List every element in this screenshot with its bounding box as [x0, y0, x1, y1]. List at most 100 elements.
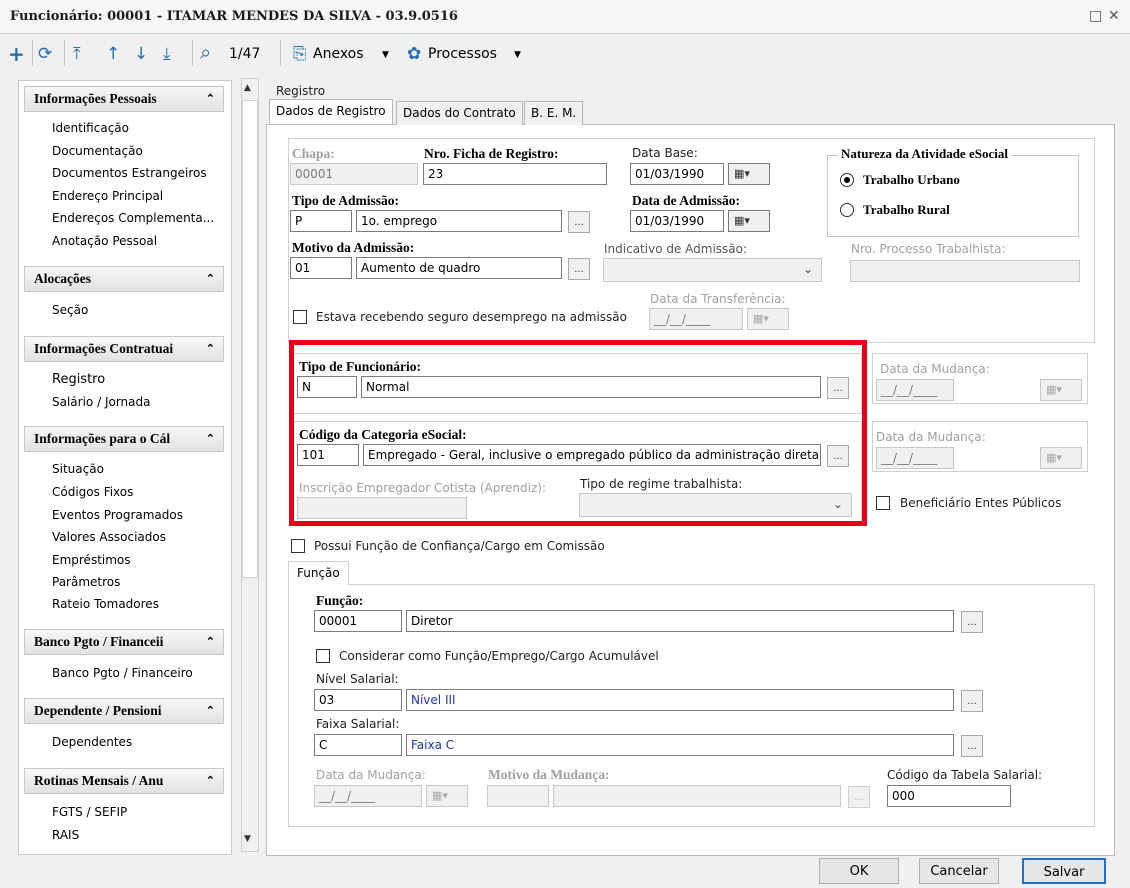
motivo-admissao-lookup-button[interactable]: ...: [568, 258, 590, 280]
sidebar-item-fgts-sefip[interactable]: FGTS / SEFIP: [52, 805, 127, 819]
sidebar-item-secao[interactable]: Seção: [52, 303, 88, 317]
collapse-chevron-icon[interactable]: ⌃: [206, 704, 215, 717]
ficha-field[interactable]: 23: [423, 163, 607, 185]
sidebar-item-documentos-estrangeiros[interactable]: Documentos Estrangeiros: [52, 166, 207, 180]
sidebar-item-eventos-programados[interactable]: Eventos Programados: [52, 508, 183, 522]
tab-funcao[interactable]: Função: [288, 561, 349, 585]
last-record-icon[interactable]: ⤓: [163, 44, 171, 64]
sidebar-item-rateio-tomadores[interactable]: Rateio Tomadores: [52, 597, 159, 611]
nivel-salarial-lookup-button[interactable]: ...: [961, 690, 983, 712]
beneficiario-entes-checkbox[interactable]: [876, 496, 890, 510]
window-title: Funcionário: 00001 - ITAMAR MENDES DA SI…: [10, 9, 458, 24]
sidebar-group-dependente-pensionista[interactable]: Dependente / Pensioni ⌃: [24, 698, 224, 724]
attachments-menu[interactable]: Anexos: [313, 46, 364, 62]
data-transferencia-label: Data da Transferência:: [650, 292, 786, 306]
sidebar-group-informacoes-calculo[interactable]: Informações para o Cál ⌃: [24, 426, 224, 452]
acumulavel-label: Considerar como Função/Emprego/Cargo Acu…: [339, 649, 659, 663]
calendar-icon[interactable]: ▦▾: [728, 163, 770, 185]
sidebar-item-enderecos-complementares[interactable]: Endereços Complementa...: [52, 211, 214, 225]
tipo-admissao-code-field[interactable]: P: [290, 210, 352, 232]
motivo-admissao-desc-field: Aumento de quadro: [356, 257, 562, 279]
sidebar-item-parametros[interactable]: Parâmetros: [52, 575, 120, 589]
nivel-salarial-code-field[interactable]: 03: [314, 689, 402, 711]
sidebar-item-identificacao[interactable]: Identificação: [52, 121, 129, 135]
previous-record-icon[interactable]: ↑: [106, 44, 120, 64]
funcao-confianca-checkbox[interactable]: [291, 539, 305, 553]
collapse-chevron-icon[interactable]: ⌃: [206, 774, 215, 787]
sidebar-group-alocacoes[interactable]: Alocações ⌃: [24, 266, 224, 292]
group-title: Alocações: [34, 271, 91, 286]
sidebar-item-banco-pgto-financeiro[interactable]: Banco Pgto / Financeiro: [52, 666, 193, 680]
data-transferencia-field: __/__/____: [649, 308, 743, 330]
trabalho-urbano-label: Trabalho Urbano: [863, 172, 960, 187]
group-title: Informações Pessoais: [34, 91, 157, 106]
tab-dados-do-contrato[interactable]: Dados do Contrato: [396, 101, 523, 125]
sidebar-group-informacoes-pessoais[interactable]: Informações Pessoais ⌃: [24, 86, 224, 112]
seguro-desemprego-label: Estava recebendo seguro desemprego na ad…: [316, 310, 627, 324]
save-button[interactable]: Salvar: [1022, 858, 1106, 884]
tabela-salarial-label: Código da Tabela Salarial:: [887, 768, 1043, 782]
tabela-salarial-field[interactable]: 000: [887, 785, 1011, 807]
trabalho-rural-label: Trabalho Rural: [863, 202, 950, 217]
funcao-code-field[interactable]: 00001: [314, 610, 402, 632]
next-record-icon[interactable]: ↓: [134, 44, 148, 64]
first-record-icon[interactable]: ⤒: [73, 44, 81, 64]
sidebar-group-informacoes-contratuais[interactable]: Informações Contratuai ⌃: [24, 336, 224, 362]
calendar-icon[interactable]: ▦▾: [728, 210, 770, 232]
sidebar-item-endereco-principal[interactable]: Endereço Principal: [52, 189, 163, 203]
sidebar-item-rais[interactable]: RAIS: [52, 828, 79, 842]
ok-button[interactable]: OK: [819, 858, 899, 884]
sidebar-item-codigos-fixos[interactable]: Códigos Fixos: [52, 485, 133, 499]
sidebar-group-banco-pgto[interactable]: Banco Pgto / Financeii ⌃: [24, 629, 224, 655]
motivo-admissao-code-field[interactable]: 01: [290, 257, 352, 279]
sidebar-item-dependentes[interactable]: Dependentes: [52, 735, 132, 749]
refresh-icon[interactable]: ⟳: [38, 44, 52, 64]
add-icon[interactable]: +: [8, 42, 25, 66]
sidebar-item-documentacao[interactable]: Documentação: [52, 144, 143, 158]
trabalho-rural-radio[interactable]: [840, 203, 854, 217]
processes-menu[interactable]: Processos: [428, 46, 497, 62]
tab-dados-de-registro[interactable]: Dados de Registro: [269, 99, 393, 124]
tipo-admissao-lookup-button[interactable]: ...: [568, 211, 590, 233]
collapse-chevron-icon[interactable]: ⌃: [206, 635, 215, 648]
collapse-chevron-icon[interactable]: ⌃: [206, 92, 215, 105]
collapse-chevron-icon[interactable]: ⌃: [206, 432, 215, 445]
indicativo-admissao-select[interactable]: ⌄: [603, 258, 822, 282]
funcao-lookup-button[interactable]: ...: [961, 611, 983, 633]
sidebar-group-rotinas-mensais[interactable]: Rotinas Mensais / Anu ⌃: [24, 768, 224, 794]
attachment-icon[interactable]: ⎘: [293, 44, 307, 64]
calendar-icon: ▦▾: [426, 785, 468, 807]
scroll-down-icon[interactable]: ▼: [244, 834, 251, 844]
scrollbar-thumb[interactable]: [242, 100, 258, 578]
scroll-up-icon[interactable]: ▲: [244, 83, 251, 93]
sidebar-item-valores-associados[interactable]: Valores Associados: [52, 530, 166, 544]
acumulavel-checkbox[interactable]: [316, 649, 330, 663]
maximize-button[interactable]: □: [1089, 8, 1102, 24]
seguro-desemprego-checkbox[interactable]: [293, 310, 307, 324]
group-title: Informações para o Cál: [34, 431, 171, 446]
search-icon[interactable]: ⌕: [200, 40, 211, 64]
processes-gear-icon[interactable]: ✿: [407, 44, 421, 64]
sidebar-item-salario-jornada[interactable]: Salário / Jornada: [52, 395, 150, 409]
close-button[interactable]: ✕: [1108, 8, 1120, 24]
data-base-field[interactable]: 01/03/1990: [630, 163, 724, 185]
faixa-salarial-code-field[interactable]: C: [314, 734, 402, 756]
attachments-dropdown-icon[interactable]: ▼: [382, 50, 389, 60]
calendar-icon: ▦▾: [1040, 447, 1082, 469]
nivel-salarial-label: Nível Salarial:: [316, 672, 399, 686]
collapse-chevron-icon[interactable]: ⌃: [206, 342, 215, 355]
data-admissao-field[interactable]: 01/03/1990: [630, 210, 724, 232]
trabalho-urbano-radio[interactable]: [840, 173, 854, 187]
data-mudanca-field: __/__/____: [876, 379, 954, 401]
sidebar-item-registro[interactable]: Registro: [52, 372, 105, 387]
motivo-admissao-label: Motivo da Admissão:: [292, 240, 415, 255]
collapse-chevron-icon[interactable]: ⌃: [206, 272, 215, 285]
sidebar-item-emprestimos[interactable]: Empréstimos: [52, 553, 131, 567]
tab-bem[interactable]: B. E. M.: [524, 101, 584, 125]
sidebar-item-situacao[interactable]: Situação: [52, 462, 104, 476]
calendar-icon: ▦▾: [1040, 379, 1082, 401]
processes-dropdown-icon[interactable]: ▼: [514, 50, 521, 60]
cancel-button[interactable]: Cancelar: [919, 858, 999, 884]
faixa-salarial-lookup-button[interactable]: ...: [961, 735, 983, 757]
sidebar-item-anotacao-pessoal[interactable]: Anotação Pessoal: [52, 234, 157, 248]
